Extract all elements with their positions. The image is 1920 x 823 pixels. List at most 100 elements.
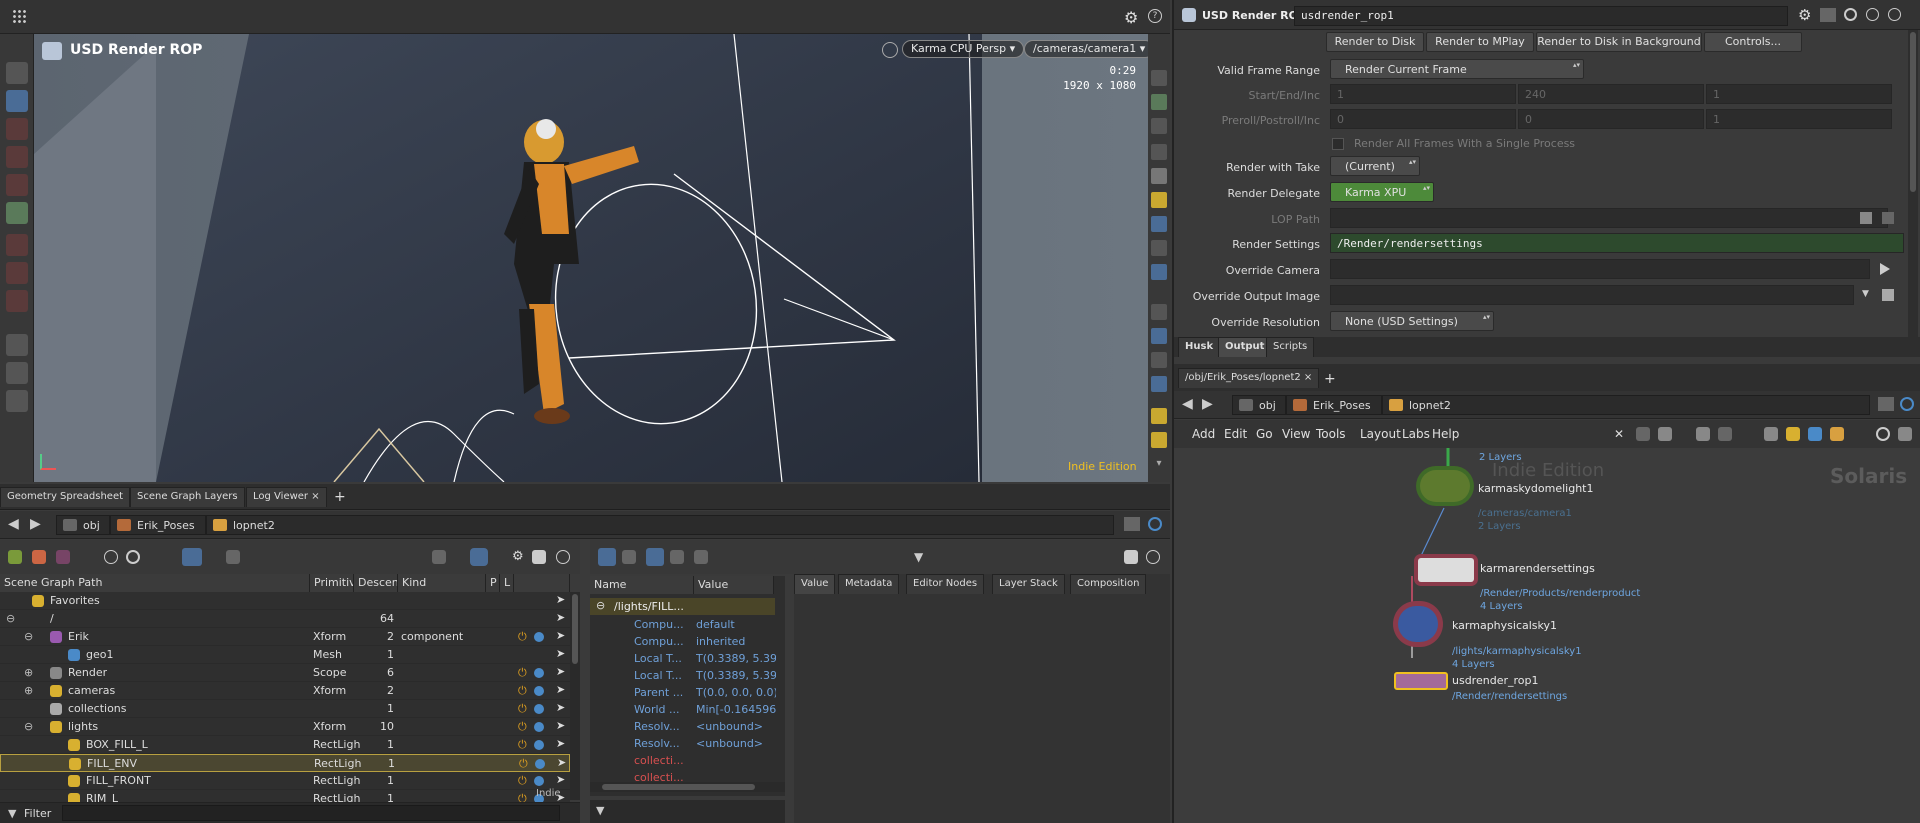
render-icon[interactable] [32, 550, 46, 564]
magnet-icon[interactable] [6, 290, 28, 312]
crumb-lopnet2[interactable]: lopnet2 [206, 515, 1114, 535]
tree-help-icon[interactable] [556, 550, 570, 564]
visibility-toggle-icon[interactable] [534, 668, 544, 678]
property-row[interactable]: Local T... T(0.3389, 5.39 [590, 667, 776, 684]
node-karmaskydomelight1[interactable] [1420, 470, 1470, 502]
tree-row[interactable]: Favorites ➤ [0, 592, 570, 610]
select-arrow-icon[interactable]: ➤ [556, 683, 565, 696]
net-pin-icon[interactable] [1878, 397, 1894, 411]
tree-view-icon[interactable] [598, 548, 616, 566]
grid-menu-icon[interactable] [12, 9, 26, 23]
select-arrow-icon[interactable]: ➤ [556, 773, 565, 786]
net-crumb-obj[interactable]: obj [1232, 395, 1286, 415]
props-hscroll-thumb[interactable] [602, 784, 755, 790]
render-to-mplay-button[interactable]: Render to MPlay [1426, 32, 1534, 52]
node-usdrender-rop1[interactable] [1394, 672, 1448, 690]
display-options-icon[interactable] [1151, 264, 1167, 280]
menu-add[interactable]: Add [1192, 427, 1215, 441]
tree-row[interactable]: RIM_L RectLigh 1 ⏻ ➤ [0, 790, 570, 802]
scene-graph-icon[interactable] [8, 550, 22, 564]
property-row[interactable]: Resolv... <unbound> [590, 718, 775, 735]
net-sticky-icon[interactable] [1786, 427, 1800, 441]
tree-row[interactable]: geo1 Mesh 1 ➤ [0, 646, 570, 664]
node-karmarendersettings[interactable] [1418, 558, 1474, 582]
net-box-icon[interactable] [1830, 427, 1844, 441]
postroll-field[interactable]: 0 [1518, 109, 1704, 129]
select-arrow-icon[interactable]: ➤ [556, 737, 565, 750]
render-delegate-menu[interactable]: Karma XPU [1330, 182, 1434, 202]
net-search-icon[interactable] [1876, 427, 1890, 441]
active-toggle-icon[interactable]: ⏻ [518, 738, 527, 752]
net-list-icon[interactable] [1658, 427, 1672, 441]
visibility-toggle-icon[interactable] [534, 632, 544, 642]
tree-row[interactable]: ⊕ cameras Xform 2 ⏻ ➤ [0, 682, 570, 700]
tab-composition[interactable]: Composition [1070, 574, 1147, 594]
snapshot-icon[interactable] [1151, 94, 1167, 110]
render-with-take-menu[interactable]: (Current) [1330, 156, 1420, 176]
collapse-icon[interactable]: ⊖ [596, 599, 605, 612]
render-to-disk-button[interactable]: Render to Disk [1326, 32, 1424, 52]
tree-row[interactable]: ⊖ / 64 ➤ [0, 610, 570, 628]
property-row[interactable]: Local T... T(0.3389, 5.39 [590, 650, 776, 667]
rop-scrollbar[interactable] [1908, 30, 1918, 352]
expand-toggle-icon[interactable]: ⊖ [24, 720, 33, 733]
hierarchy-icon[interactable] [432, 550, 446, 564]
props-group-row[interactable]: ⊖ /lights/FILL... [590, 598, 775, 615]
crumb-erik-poses[interactable]: Erik_Poses [110, 515, 206, 535]
visibility-toggle-icon[interactable] [534, 776, 544, 786]
settings-icon[interactable]: ⚙ [512, 550, 526, 564]
rop-search-icon[interactable] [1844, 8, 1857, 21]
rows-view-icon[interactable] [670, 550, 684, 564]
render-settings-field[interactable]: /Render/rendersettings [1330, 233, 1904, 253]
select-arrow-icon[interactable]: ➤ [556, 593, 565, 606]
lop-path-jump-icon[interactable] [1860, 212, 1872, 224]
tab-network[interactable]: /obj/Erik_Poses/lopnet2 × [1178, 368, 1320, 388]
tab-layer-stack[interactable]: Layer Stack [992, 574, 1065, 594]
col-scene-graph-path[interactable]: Scene Graph Path [0, 574, 310, 592]
tree-row[interactable]: BOX_FILL_L RectLigh 1 ⏻ ➤ [0, 736, 570, 754]
tab-metadata[interactable]: Metadata [838, 574, 900, 594]
search-icon[interactable] [126, 550, 140, 564]
net-tools-icon[interactable]: ✕ [1614, 427, 1628, 441]
override-output-menu-icon[interactable]: ▼ [1862, 289, 1869, 299]
viewport-lock-icon[interactable] [882, 42, 898, 58]
tab-geometry-spreadsheet[interactable]: Geometry Spreadsheet [0, 487, 131, 507]
tab-editor-nodes[interactable]: Editor Nodes [906, 574, 985, 594]
tree-row[interactable]: ⊖ lights Xform 10 ⏻ ➤ [0, 718, 570, 736]
property-row[interactable]: collecti... [590, 752, 775, 769]
sphere-icon[interactable] [56, 550, 70, 564]
scroll-down-icon[interactable]: ▾ [1151, 458, 1167, 474]
render-to-disk-background-button[interactable]: Render to Disk in Background [1536, 32, 1702, 52]
net-back-arrow-icon[interactable]: ◀ [1182, 396, 1193, 412]
net-comment-icon[interactable] [1764, 427, 1778, 441]
tab-log-viewer[interactable]: Log Viewer × [246, 487, 327, 507]
rop-name-field[interactable]: usdrender_rop1 [1294, 6, 1788, 26]
override-output-image-field[interactable] [1330, 285, 1854, 305]
network-canvas[interactable]: Indie Edition Solaris 2 Layers karmaskyd… [1174, 448, 1920, 823]
menu-labs[interactable]: Labs [1402, 427, 1430, 441]
layer-tool-icon[interactable] [6, 334, 28, 356]
tree-scrollbar[interactable] [570, 592, 580, 800]
rop-info-icon[interactable] [1866, 8, 1879, 21]
rop-scroll-thumb[interactable] [1910, 32, 1916, 192]
tab-value[interactable]: Value [794, 574, 836, 594]
override-resolution-menu[interactable]: None (USD Settings) [1330, 311, 1494, 331]
filter-input[interactable] [62, 805, 560, 821]
net-preview-icon[interactable] [1898, 427, 1912, 441]
net-forward-arrow-icon[interactable]: ▶ [1202, 396, 1213, 412]
override-output-file-icon[interactable] [1882, 289, 1894, 301]
handle-tool-icon[interactable] [6, 202, 28, 224]
cone-tool-icon[interactable] [6, 362, 28, 384]
info-icon[interactable] [104, 550, 118, 564]
expand-toggle-icon[interactable]: ⊖ [6, 612, 15, 625]
renderer-menu[interactable]: Karma CPU Persp ▾ [902, 40, 1025, 58]
snapshot-tree-icon[interactable] [532, 550, 546, 564]
override-camera-field[interactable] [1330, 259, 1870, 279]
lock-camera-icon[interactable] [1151, 118, 1167, 134]
menu-edit[interactable]: Edit [1224, 427, 1247, 441]
net-grid-icon[interactable] [1696, 427, 1710, 441]
end-field[interactable]: 240 [1518, 84, 1704, 104]
filter-paths-icon[interactable] [182, 548, 202, 566]
stop-render-icon[interactable] [1151, 328, 1167, 344]
property-row[interactable]: World ... Min[-0.164596 [590, 701, 776, 718]
